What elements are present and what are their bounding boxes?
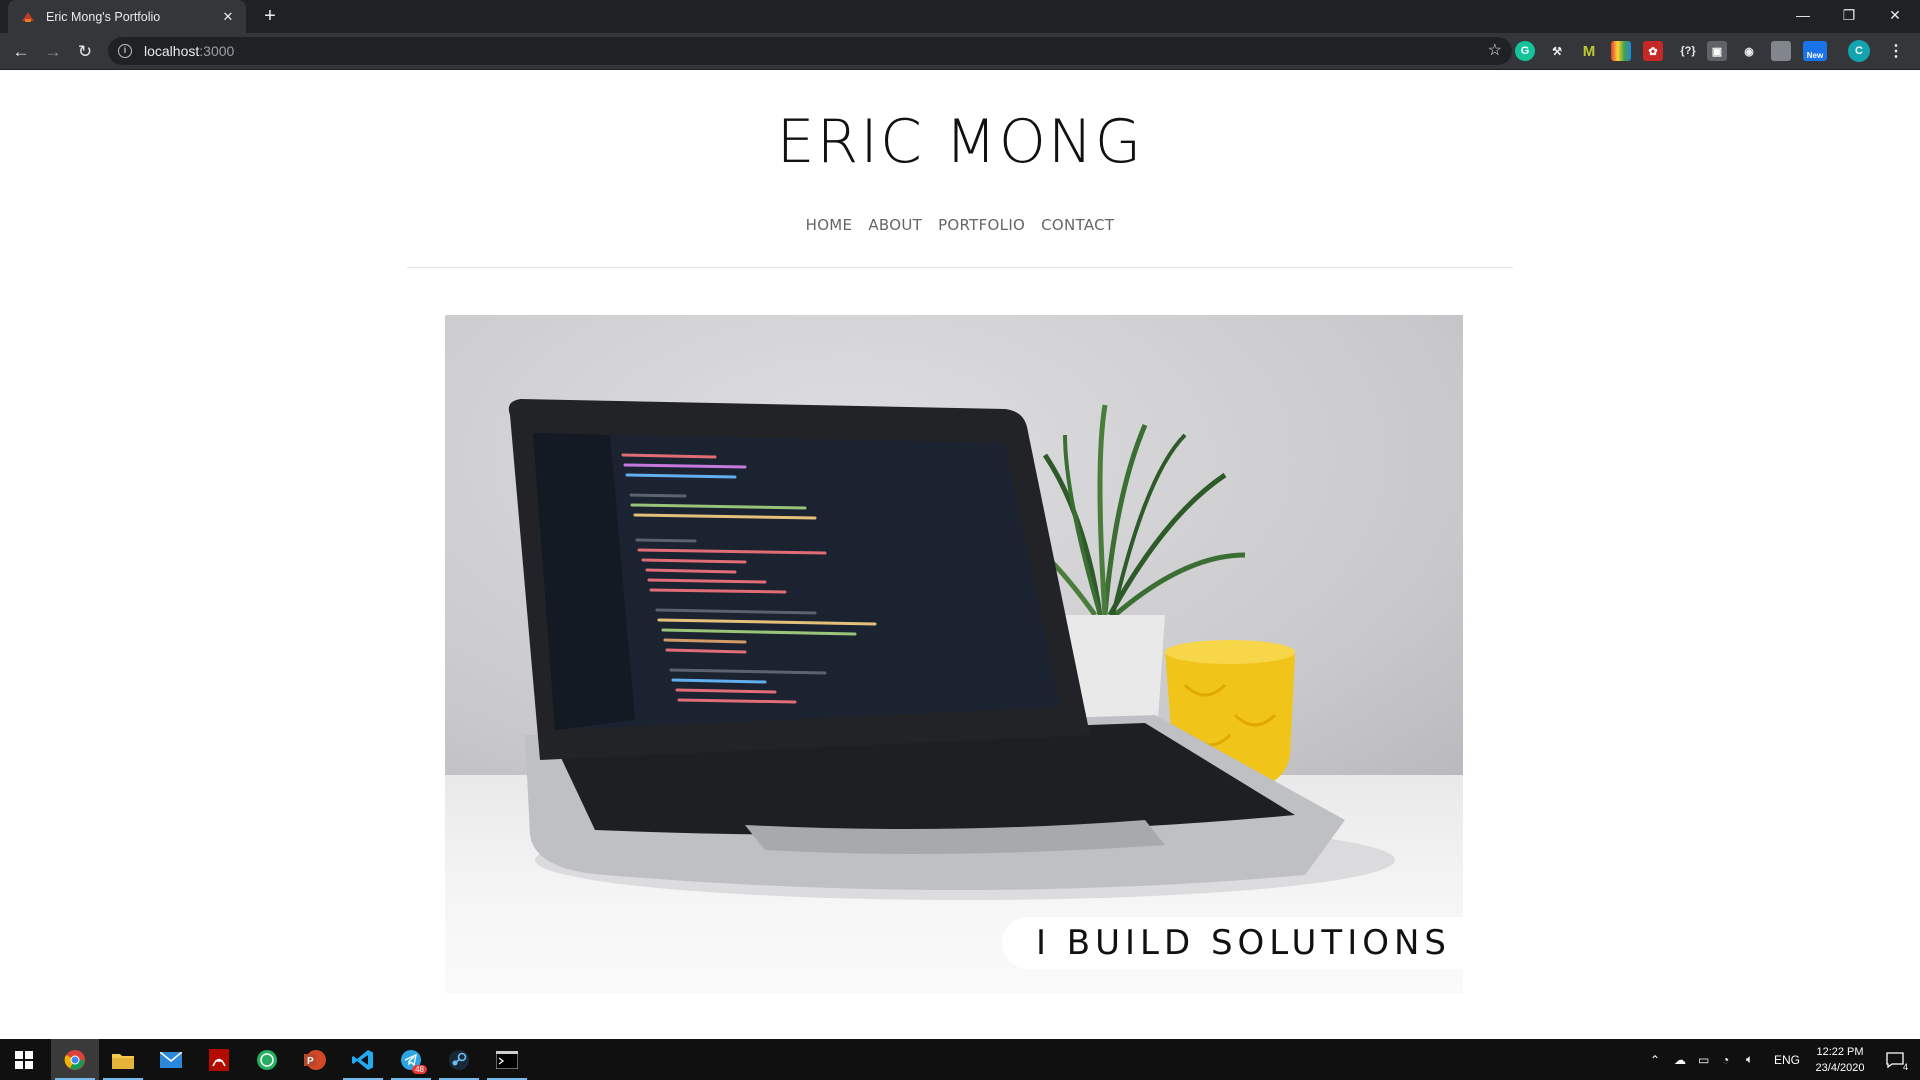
- menu-dots-icon[interactable]: ⋮: [1886, 41, 1906, 61]
- new-tab-button[interactable]: +: [258, 5, 282, 29]
- new-extension-icon[interactable]: New: [1803, 41, 1827, 61]
- browser-toolbar: ← → ↻ i localhost :3000 ☆ G ⚒ M ✿ {?} ▣ …: [0, 33, 1920, 70]
- tab-close-icon[interactable]: ✕: [220, 9, 236, 25]
- close-window-button[interactable]: ✕: [1872, 0, 1918, 30]
- steam-icon[interactable]: [435, 1039, 483, 1080]
- json-extension-icon[interactable]: {?}: [1675, 41, 1701, 61]
- reload-icon[interactable]: ↻: [73, 40, 97, 64]
- grammarly-icon[interactable]: G: [1515, 41, 1535, 61]
- nav-contact[interactable]: CONTACT: [1041, 216, 1114, 234]
- page-content: ERIC MONG HOME ABOUT PORTFOLIO CONTACT I…: [0, 71, 1920, 1039]
- hero-tagline: I BUILD SOLUTIONS: [1001, 917, 1463, 969]
- bookmark-star-icon[interactable]: ☆: [1488, 40, 1502, 60]
- browser-tab[interactable]: Eric Mong's Portfolio ✕: [8, 0, 246, 33]
- clock[interactable]: 12:22 PM 23/4/2020: [1808, 1039, 1872, 1080]
- palette-icon[interactable]: [1611, 41, 1631, 61]
- camera-icon[interactable]: ◉: [1739, 41, 1759, 61]
- action-center-icon[interactable]: 4: [1880, 1039, 1910, 1080]
- hero-image: I BUILD SOLUTIONS: [445, 315, 1463, 993]
- main-nav: HOME ABOUT PORTFOLIO CONTACT: [0, 216, 1920, 234]
- url-port: :3000: [199, 43, 235, 59]
- windows-taskbar: P 48 ⌃ ☁ ▭ ◔ 🔈︎ ENG 12:22 PM 23/4/2020 4: [0, 1039, 1920, 1080]
- minimize-button[interactable]: —: [1780, 0, 1826, 30]
- tab-strip: Eric Mong's Portfolio ✕ + — ❐ ✕: [0, 0, 1920, 33]
- volume-icon[interactable]: 🔈︎: [1746, 1039, 1753, 1080]
- forward-icon[interactable]: →: [41, 40, 65, 64]
- tool-icon[interactable]: ⚒: [1547, 41, 1567, 61]
- clock-date: 23/4/2020: [1815, 1061, 1865, 1074]
- gray-extension-icon[interactable]: [1771, 41, 1791, 61]
- profile-avatar[interactable]: C: [1848, 40, 1870, 62]
- windows-start-icon[interactable]: [0, 1039, 48, 1080]
- acrobat-icon[interactable]: [195, 1039, 243, 1080]
- box-extension-icon[interactable]: ▣: [1707, 41, 1727, 61]
- site-title: ERIC MONG: [776, 107, 1144, 177]
- url-host: localhost: [144, 43, 200, 59]
- laptop-illustration: [508, 399, 1395, 900]
- back-icon[interactable]: ←: [9, 40, 33, 64]
- terminal-icon[interactable]: [483, 1039, 531, 1080]
- header-divider: [407, 267, 1513, 268]
- onedrive-icon[interactable]: ☁: [1674, 1039, 1686, 1080]
- powerpoint-icon[interactable]: P: [291, 1039, 339, 1080]
- tray-overflow-icon[interactable]: ⌃: [1650, 1039, 1660, 1080]
- battery-icon[interactable]: ▭: [1698, 1039, 1709, 1080]
- language-indicator[interactable]: ENG: [1774, 1039, 1800, 1080]
- telegram-badge: 48: [412, 1065, 427, 1074]
- address-bar[interactable]: i localhost :3000 ☆: [108, 37, 1512, 65]
- wifi-icon[interactable]: ◔: [1722, 1039, 1729, 1080]
- nav-portfolio[interactable]: PORTFOLIO: [938, 216, 1025, 234]
- chrome-icon[interactable]: [51, 1039, 99, 1080]
- telegram-icon[interactable]: 48: [387, 1039, 435, 1080]
- site-info-icon[interactable]: i: [118, 44, 132, 58]
- m-extension-icon[interactable]: M: [1579, 41, 1599, 61]
- red-extension-icon[interactable]: ✿: [1643, 41, 1663, 61]
- favicon-icon: [20, 9, 36, 25]
- green-app-icon[interactable]: [243, 1039, 291, 1080]
- mail-icon[interactable]: [147, 1039, 195, 1080]
- file-explorer-icon[interactable]: [99, 1039, 147, 1080]
- vscode-icon[interactable]: [339, 1039, 387, 1080]
- svg-text:P: P: [307, 1056, 314, 1067]
- nav-about[interactable]: ABOUT: [868, 216, 922, 234]
- clock-time: 12:22 PM: [1816, 1045, 1864, 1058]
- notification-count: 4: [1902, 1062, 1908, 1072]
- tab-title: Eric Mong's Portfolio: [46, 9, 161, 24]
- nav-home[interactable]: HOME: [806, 216, 853, 234]
- restore-button[interactable]: ❐: [1826, 0, 1872, 30]
